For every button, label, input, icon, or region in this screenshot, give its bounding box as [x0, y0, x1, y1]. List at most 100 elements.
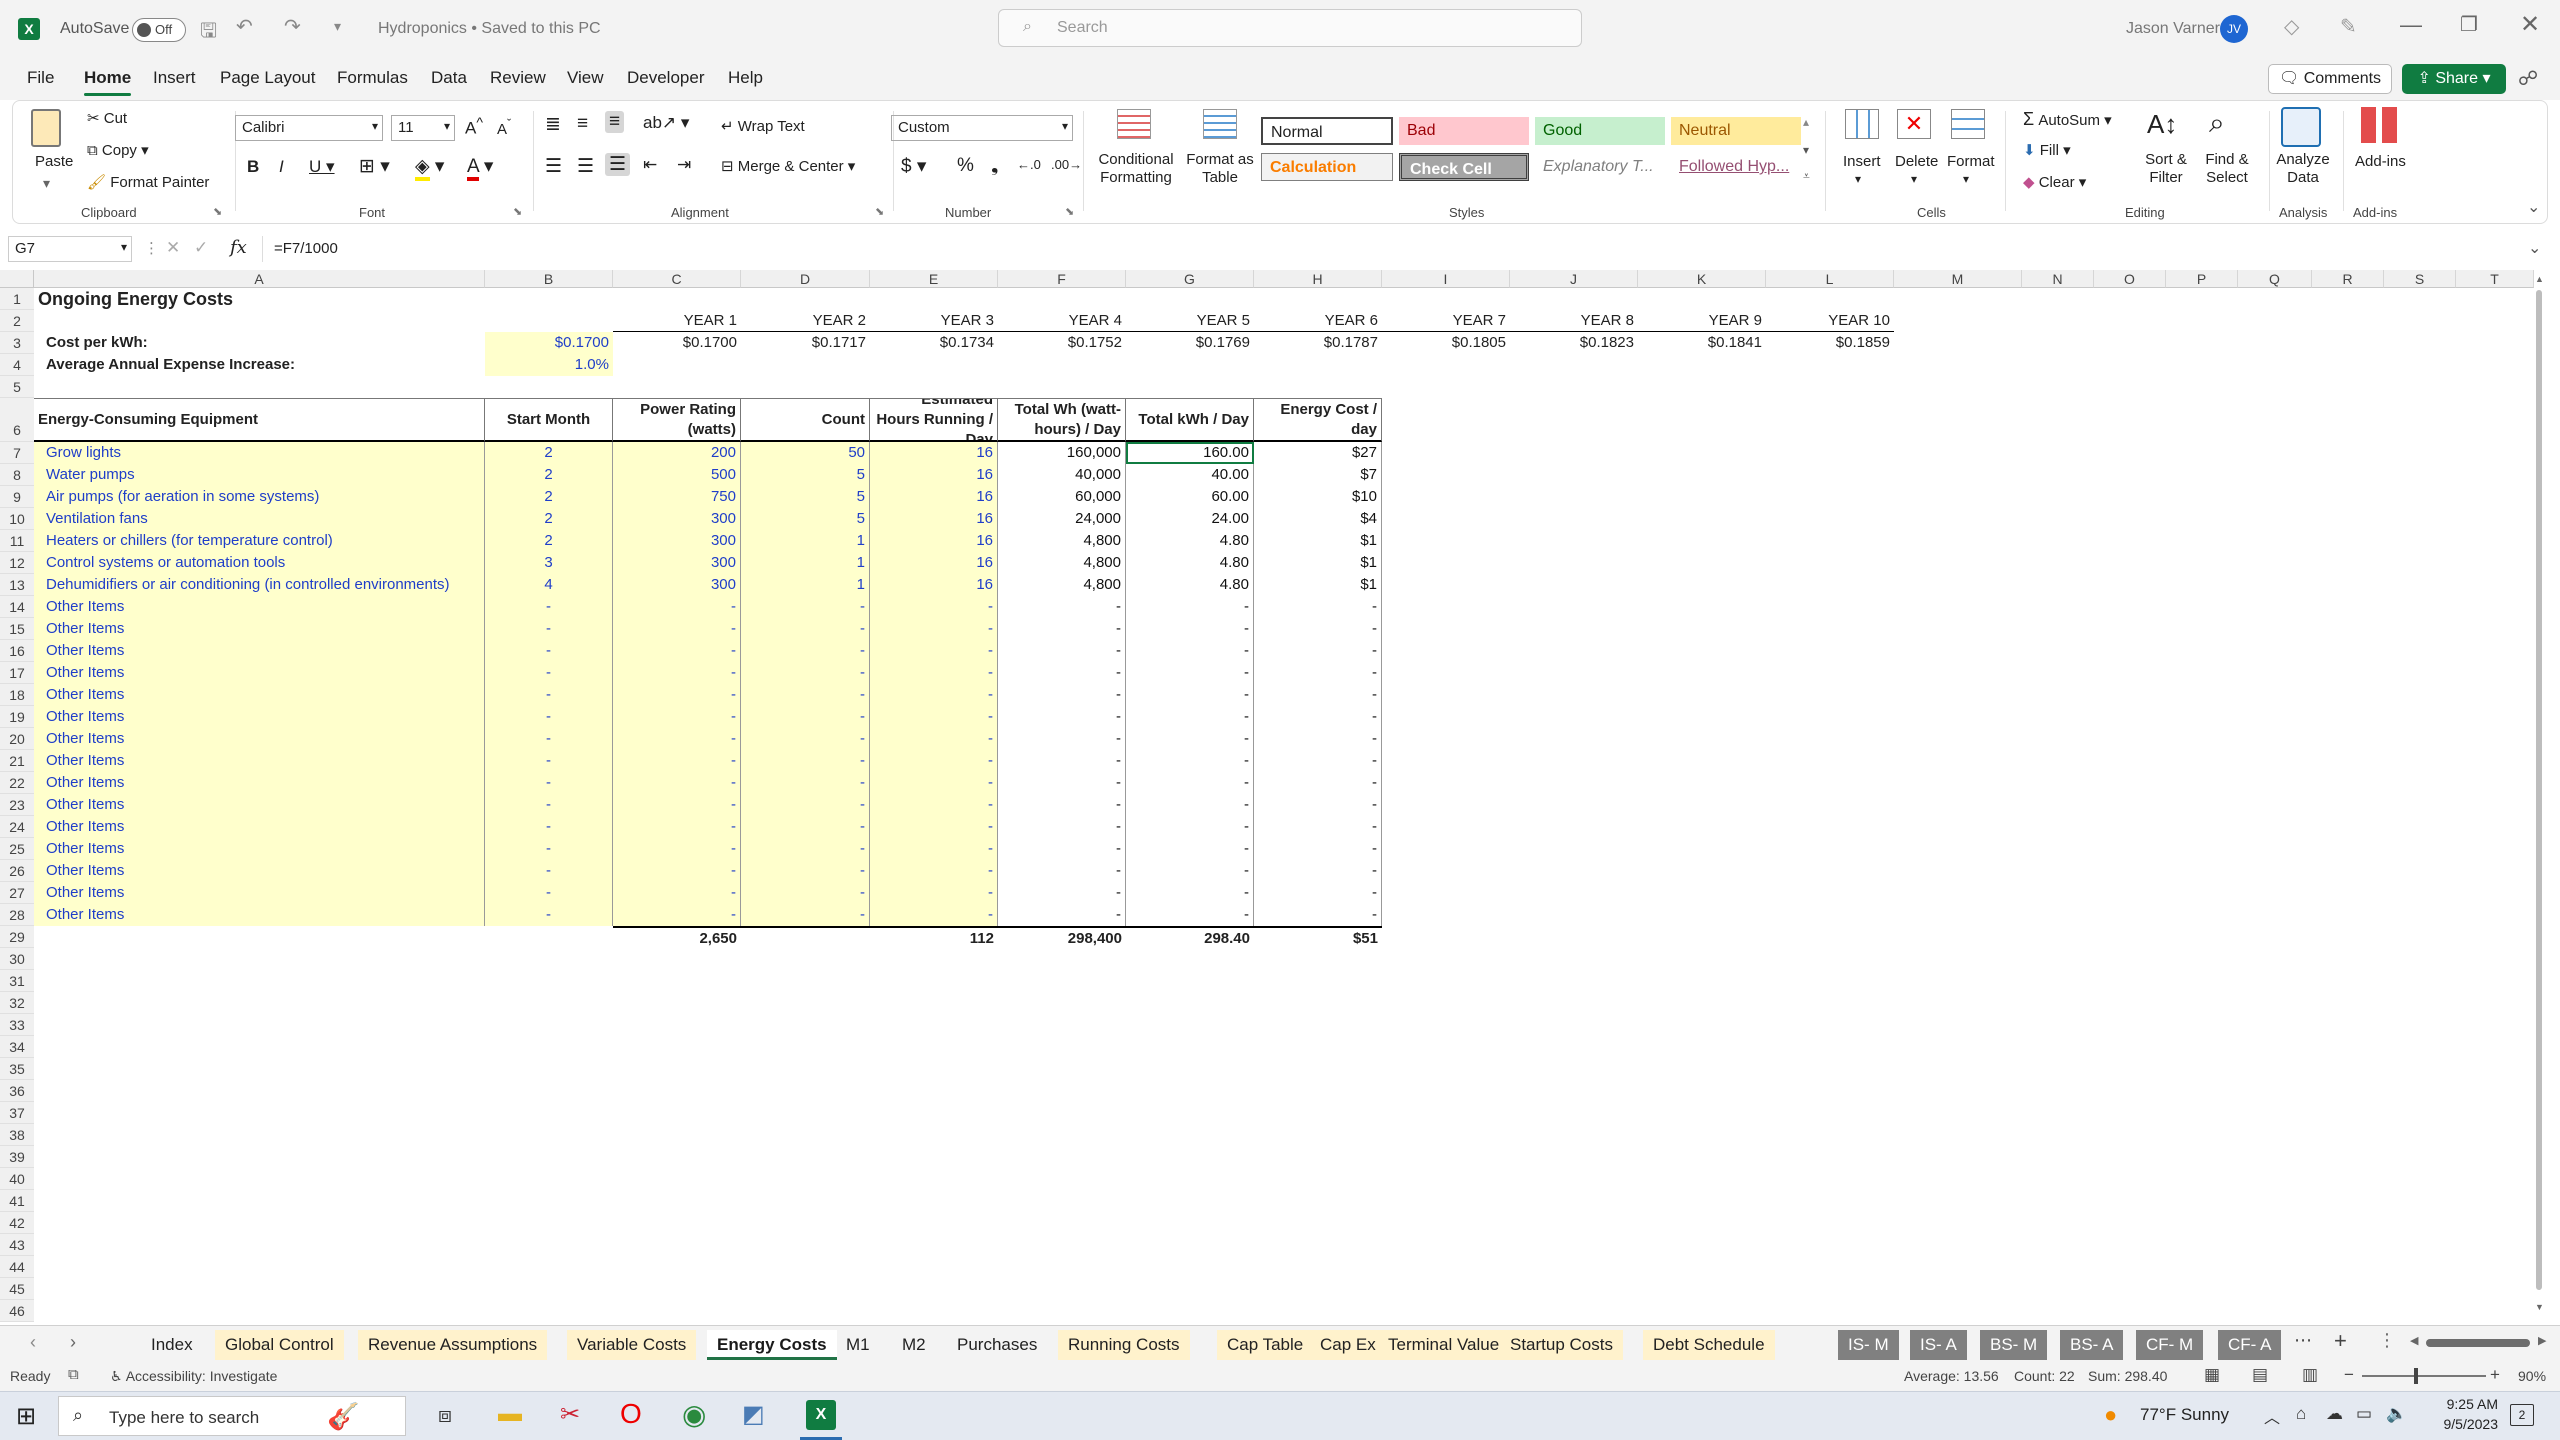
comma-style-icon[interactable]: ❟ — [991, 155, 998, 177]
weather-sun-icon[interactable]: ● — [2104, 1402, 2117, 1428]
prev-sheet-icon[interactable]: ‹ — [30, 1332, 36, 1353]
find-select-button[interactable]: Find & Select — [2199, 151, 2255, 187]
data-cell[interactable]: - — [485, 772, 613, 794]
data-cell[interactable]: $27 — [1254, 442, 1382, 464]
data-cell[interactable]: 5 — [741, 508, 870, 530]
sheet-tab[interactable]: Running Costs — [1058, 1330, 1190, 1360]
sheet-tab[interactable]: Energy Costs — [707, 1330, 837, 1360]
data-cell[interactable]: - — [870, 684, 998, 706]
data-cell[interactable]: - — [485, 640, 613, 662]
data-cell[interactable]: - — [613, 904, 741, 926]
row-header[interactable]: 25 — [0, 838, 34, 860]
data-cell[interactable]: - — [741, 640, 870, 662]
addins-button[interactable]: Add-ins — [2355, 153, 2406, 170]
zoom-out-icon[interactable]: − — [2344, 1365, 2354, 1385]
data-cell[interactable]: - — [1126, 618, 1254, 640]
dialog-launcher-icon[interactable]: ⬊ — [875, 205, 884, 218]
styles-more-icon[interactable]: ⩡ — [1803, 169, 1810, 184]
data-cell[interactable]: - — [485, 838, 613, 860]
data-cell[interactable]: 24,000 — [998, 508, 1126, 530]
row-header[interactable]: 29 — [0, 926, 34, 948]
row-header[interactable]: 26 — [0, 860, 34, 882]
row-header[interactable]: 14 — [0, 596, 34, 618]
data-cell[interactable]: - — [741, 838, 870, 860]
borders-icon[interactable]: ⊞ ▾ — [359, 155, 390, 178]
data-cell[interactable]: 160,000 — [998, 442, 1126, 464]
sheet-tab[interactable]: Revenue Assumptions — [358, 1330, 548, 1360]
row-header[interactable]: 44 — [0, 1256, 34, 1278]
data-cell[interactable]: - — [1254, 684, 1382, 706]
data-cell[interactable]: - — [741, 596, 870, 618]
row-header[interactable]: 13 — [0, 574, 34, 596]
fill-color-icon[interactable]: ◈ ▾ — [415, 155, 444, 181]
autosave-toggle[interactable]: Off — [132, 18, 186, 42]
column-header-t[interactable]: T — [2456, 270, 2534, 288]
column-header-r[interactable]: R — [2312, 270, 2384, 288]
data-cell[interactable]: - — [741, 772, 870, 794]
total-power[interactable]: 2,650 — [613, 926, 741, 948]
data-cell[interactable]: - — [741, 706, 870, 728]
row-header[interactable]: 9 — [0, 486, 34, 508]
column-header-h[interactable]: H — [1254, 270, 1382, 288]
data-cell[interactable]: - — [613, 794, 741, 816]
row-header[interactable]: 15 — [0, 618, 34, 640]
data-cell[interactable]: - — [485, 882, 613, 904]
data-cell[interactable]: - — [998, 728, 1126, 750]
header-hours[interactable]: Estimated Hours Running / Day — [870, 398, 998, 442]
data-cell[interactable]: - — [870, 772, 998, 794]
column-header-b[interactable]: B — [485, 270, 613, 288]
name-box[interactable]: G7 ▾ — [8, 236, 132, 262]
zoom-in-icon[interactable]: + — [2490, 1365, 2500, 1385]
column-header-d[interactable]: D — [741, 270, 870, 288]
opera-browser-icon[interactable]: O — [620, 1398, 642, 1430]
cost-per-kwh-input[interactable]: $0.1700 — [485, 332, 613, 354]
sheet-tab[interactable]: Purchases — [947, 1330, 1047, 1360]
column-header-e[interactable]: E — [870, 270, 998, 288]
data-cell[interactable]: $1 — [1254, 552, 1382, 574]
increase-indent-icon[interactable]: ⇥ — [677, 155, 691, 175]
sheet-tab[interactable]: Debt Schedule — [1643, 1330, 1775, 1360]
data-cell[interactable]: 5 — [741, 486, 870, 508]
data-cell[interactable]: - — [998, 596, 1126, 618]
macro-icon[interactable]: ⧉ — [68, 1366, 79, 1383]
align-left-icon[interactable]: ☰ — [545, 155, 562, 178]
data-cell[interactable]: - — [485, 596, 613, 618]
restore-icon[interactable]: ❐ — [2460, 12, 2478, 37]
vertical-scrollbar[interactable]: ▲ ▼ — [2534, 274, 2544, 1314]
show-hidden-icons-icon[interactable]: ︿ — [2264, 1404, 2280, 1428]
data-cell[interactable]: 2 — [485, 442, 613, 464]
data-cell[interactable]: 300 — [613, 530, 741, 552]
search-box[interactable]: ⌕ Search — [998, 9, 1582, 47]
row-header[interactable]: 27 — [0, 882, 34, 904]
total-hours[interactable]: 112 — [870, 926, 998, 948]
scroll-thumb[interactable] — [2426, 1339, 2530, 1347]
font-size-select[interactable]: 11 ▾ — [391, 115, 455, 141]
number-format-select[interactable]: Custom ▾ — [891, 115, 1073, 141]
row-header[interactable]: 39 — [0, 1146, 34, 1168]
delete-button[interactable]: Delete ▾ — [1895, 153, 1938, 187]
data-cell[interactable]: $1 — [1254, 574, 1382, 596]
decrease-indent-icon[interactable]: ⇤ — [643, 155, 657, 175]
sheet-tab[interactable]: Variable Costs — [567, 1330, 697, 1360]
paste-chevron-icon[interactable]: ▾ — [43, 175, 50, 192]
data-cell[interactable]: - — [998, 882, 1126, 904]
data-cell[interactable]: - — [998, 640, 1126, 662]
sheet-tab[interactable]: CF- M — [2136, 1330, 2204, 1360]
data-cell[interactable]: - — [613, 662, 741, 684]
data-cell[interactable]: - — [1126, 728, 1254, 750]
scroll-left-icon[interactable]: ◀ — [2410, 1334, 2418, 1347]
merge-center-button[interactable]: ⊟ Merge & Center ▾ — [721, 157, 855, 175]
row-header[interactable]: 2 — [0, 310, 34, 332]
sheet-tab[interactable]: M1 — [836, 1330, 880, 1360]
pen-icon[interactable]: ✎ — [2340, 14, 2357, 39]
insert-button[interactable]: Insert ▾ — [1843, 153, 1881, 187]
scroll-up-icon[interactable]: ▲ — [2535, 274, 2544, 284]
minimize-icon[interactable]: — — [2400, 12, 2422, 38]
data-cell[interactable]: 750 — [613, 486, 741, 508]
sheet-tab[interactable]: Cap Table — [1217, 1330, 1314, 1360]
data-cell[interactable]: - — [1254, 838, 1382, 860]
select-all-corner[interactable] — [0, 270, 34, 288]
data-cell[interactable]: - — [1126, 662, 1254, 684]
styles-scroll-down-icon[interactable]: ▾ — [1803, 143, 1809, 157]
column-header-k[interactable]: K — [1638, 270, 1766, 288]
